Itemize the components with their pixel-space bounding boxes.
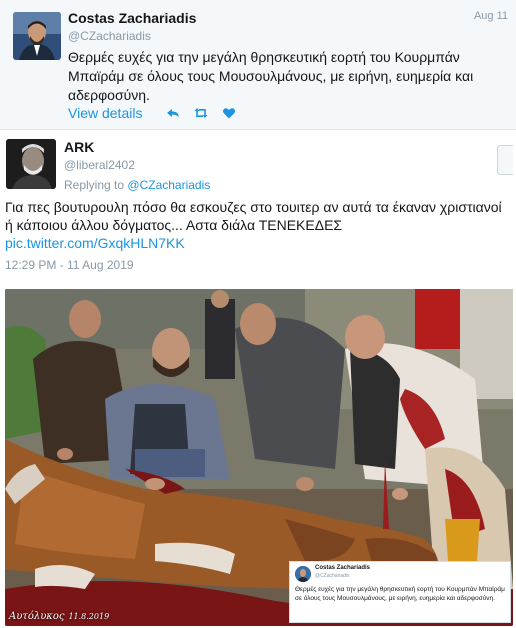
like-icon[interactable]: [222, 106, 236, 120]
embedded-author-handle: @CZachariadis: [315, 573, 350, 579]
embedded-tweet-card: Costas Zachariadis @CZachariadis Θερμές …: [289, 561, 511, 623]
embedded-tweet-text: Θερμές ευχές για την μεγάλη θρησκευτική …: [295, 586, 505, 602]
author-name[interactable]: Costas Zachariadis: [68, 10, 196, 26]
watermark-date: 11.8.2019: [68, 612, 110, 621]
reply-tweet: ARK @liberal2402 Replying to @CZachariad…: [0, 131, 516, 628]
photo-watermark: Αυτόλυκος 11.8.2019: [9, 611, 109, 622]
follow-button[interactable]: [497, 145, 513, 175]
tweet-text: Θερμές ευχές για την μεγάλη θρησκευτική …: [68, 49, 474, 103]
replying-prefix: Replying to: [64, 178, 125, 192]
view-details-link[interactable]: View details: [68, 105, 142, 121]
avatar[interactable]: [6, 139, 56, 189]
tweet-timestamp[interactable]: 12:29 PM - 11 Aug 2019: [5, 258, 134, 272]
tweet-text: Για πες βουτυρουλη πόσο θα εσκουζες στο …: [5, 199, 502, 233]
avatar[interactable]: [13, 12, 61, 60]
embedded-author-name: Costas Zachariadis: [315, 565, 371, 571]
reply-icon[interactable]: [166, 106, 180, 120]
retweet-icon[interactable]: [194, 106, 208, 120]
replying-to: Replying to @CZachariadis: [64, 178, 210, 192]
avatar: [295, 566, 311, 582]
watermark-name: Αυτόλυκος: [9, 611, 65, 622]
parent-tweet: Costas Zachariadis @CZachariadis Aug 11 …: [0, 0, 516, 130]
author-handle[interactable]: @CZachariadis: [68, 29, 151, 43]
tweet-actions: View details: [68, 105, 250, 121]
author-handle[interactable]: @liberal2402: [64, 158, 135, 172]
tweet-date[interactable]: Aug 11: [474, 10, 508, 22]
pic-link[interactable]: pic.twitter.com/GxqkHLN7KK: [5, 235, 185, 251]
author-name[interactable]: ARK: [64, 139, 94, 155]
replying-to-link[interactable]: @CZachariadis: [127, 178, 210, 192]
attached-photo[interactable]: Αυτόλυκος 11.8.2019 Costas Zachariadis @C…: [5, 289, 513, 626]
